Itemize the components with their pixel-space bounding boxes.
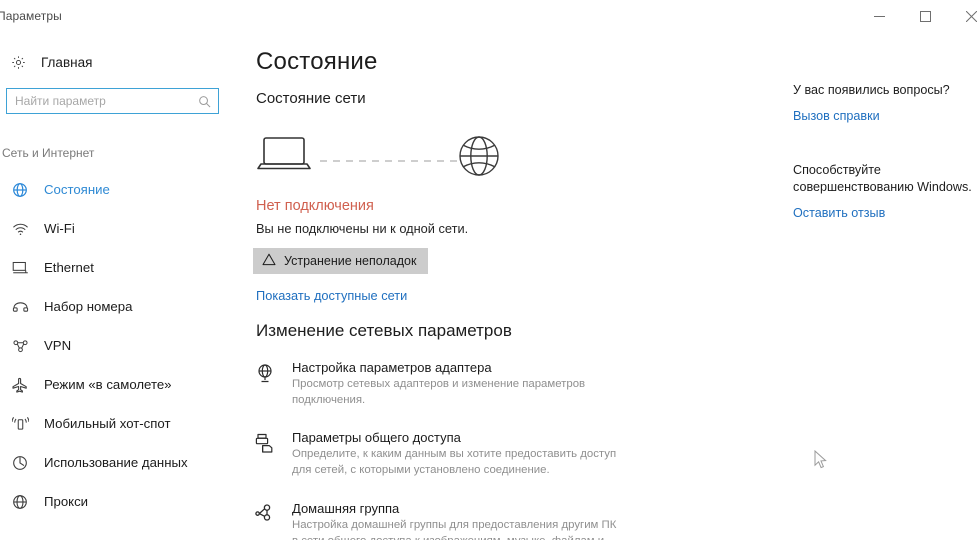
sidebar-item-label: Прокси bbox=[44, 494, 89, 509]
title-bar: Параметры bbox=[0, 0, 980, 32]
rail-questions-title: У вас появились вопросы? bbox=[793, 83, 950, 97]
close-icon[interactable] bbox=[948, 0, 980, 32]
minimize-icon[interactable] bbox=[856, 0, 902, 32]
search-input[interactable] bbox=[7, 89, 198, 113]
setting-item-title: Настройка параметров адаптера bbox=[292, 360, 492, 375]
search-box[interactable] bbox=[6, 88, 219, 114]
sidebar-item-label: Набор номера bbox=[44, 299, 133, 314]
homegroup-icon bbox=[252, 501, 278, 540]
sidebar-home-label: Главная bbox=[41, 54, 93, 70]
search-icon[interactable] bbox=[198, 95, 218, 108]
sidebar-item-dialup[interactable]: Набор номера bbox=[0, 287, 240, 326]
sidebar-item-label: VPN bbox=[44, 338, 72, 353]
laptop-icon bbox=[257, 137, 311, 170]
wifi-icon bbox=[9, 222, 31, 236]
troubleshoot-button-label: Устранение неполадок bbox=[284, 254, 417, 268]
sidebar-item-data-usage[interactable]: Использование данных bbox=[0, 443, 240, 482]
airplane-icon bbox=[9, 377, 31, 393]
gear-icon bbox=[8, 55, 28, 70]
hotspot-icon bbox=[9, 416, 31, 431]
rail-feedback-block: Способствуйте совершенствованию Windows.… bbox=[793, 162, 978, 222]
setting-item-description: Определите, к каким данным вы хотите пре… bbox=[292, 448, 617, 477]
proxy-globe-icon bbox=[9, 494, 31, 510]
data-usage-icon bbox=[9, 455, 31, 471]
window-title: Параметры bbox=[0, 9, 62, 23]
sidebar-item-ethernet[interactable]: Ethernet bbox=[0, 248, 240, 287]
give-feedback-link[interactable]: Оставить отзыв bbox=[793, 206, 885, 220]
setting-item-title: Домашняя группа bbox=[292, 500, 400, 516]
sidebar-item-mobile-hotspot[interactable]: Мобильный хот-спот bbox=[0, 404, 240, 443]
setting-item-description: Настройка домашней группы для предоставл… bbox=[292, 518, 617, 540]
show-available-networks-link[interactable]: Показать доступные сети bbox=[256, 288, 407, 303]
settings-list: Настройка параметров адаптера Просмотр с… bbox=[252, 360, 772, 540]
sidebar-item-status[interactable]: Состояние bbox=[0, 170, 240, 209]
warning-triangle-icon bbox=[262, 253, 276, 269]
sidebar-item-wifi[interactable]: Wi-Fi bbox=[0, 209, 240, 248]
sidebar-item-home[interactable]: Главная bbox=[8, 50, 92, 74]
setting-item-homegroup[interactable]: Домашняя группа Настройка домашней групп… bbox=[252, 501, 772, 540]
sidebar-item-label: Wi-Fi bbox=[44, 221, 75, 236]
maximize-icon[interactable] bbox=[902, 0, 948, 32]
sidebar-item-label: Мобильный хот-спот bbox=[44, 416, 171, 431]
sidebar-item-label: Использование данных bbox=[44, 455, 188, 470]
sidebar-nav-list: Состояние Wi-Fi Ethernet Набор номера VP… bbox=[0, 170, 240, 521]
rail-feedback-title: Способствуйте совершенствованию Windows. bbox=[793, 163, 972, 195]
setting-item-title: Параметры общего доступа bbox=[292, 430, 461, 446]
settings-window: Параметры Главная Найти параметр Сеть и … bbox=[0, 0, 980, 540]
status-headline: Нет подключения bbox=[256, 198, 374, 214]
sidebar-item-proxy[interactable]: Прокси bbox=[0, 482, 240, 521]
network-status-title: Состояние сети bbox=[256, 90, 366, 107]
sidebar-section-label: Сеть и Интернет bbox=[2, 146, 95, 160]
right-rail: У вас появились вопросы? Вызов справки С… bbox=[785, 32, 980, 540]
vpn-icon bbox=[9, 339, 31, 353]
setting-item-adapter-options[interactable]: Настройка параметров адаптера Просмотр с… bbox=[252, 360, 772, 408]
setting-item-description: Просмотр сетевых адаптеров и изменение п… bbox=[292, 378, 586, 406]
change-settings-title: Изменение сетевых параметров bbox=[256, 321, 512, 340]
sidebar-item-label: Режим «в самолете» bbox=[44, 377, 172, 392]
troubleshoot-button[interactable]: Устранение неполадок bbox=[253, 248, 429, 274]
sharing-icon bbox=[252, 430, 278, 478]
rail-questions-block: У вас появились вопросы? Вызов справки bbox=[793, 82, 978, 125]
globe-status-icon bbox=[9, 182, 31, 198]
sidebar: Главная Сеть и Интернет Состояние bbox=[0, 32, 240, 540]
get-help-link[interactable]: Вызов справки bbox=[793, 109, 880, 123]
ethernet-icon bbox=[9, 261, 31, 275]
sidebar-item-airplane-mode[interactable]: Режим «в самолете» bbox=[0, 365, 240, 404]
sidebar-item-label: Состояние bbox=[44, 182, 110, 197]
adapter-icon bbox=[252, 360, 278, 408]
globe-icon bbox=[459, 136, 499, 176]
page-title: Состояние bbox=[256, 48, 378, 75]
sidebar-item-vpn[interactable]: VPN bbox=[0, 326, 240, 365]
window-controls bbox=[856, 0, 980, 32]
sidebar-item-label: Ethernet bbox=[44, 260, 94, 275]
setting-item-sharing-options[interactable]: Параметры общего доступа Определите, к к… bbox=[252, 430, 772, 478]
main-content: Состояние Состояние сети Нет подключения… bbox=[240, 32, 785, 540]
dialup-icon bbox=[9, 300, 31, 314]
status-description: Вы не подключены ни к одной сети. bbox=[256, 221, 469, 236]
network-diagram bbox=[252, 128, 512, 198]
